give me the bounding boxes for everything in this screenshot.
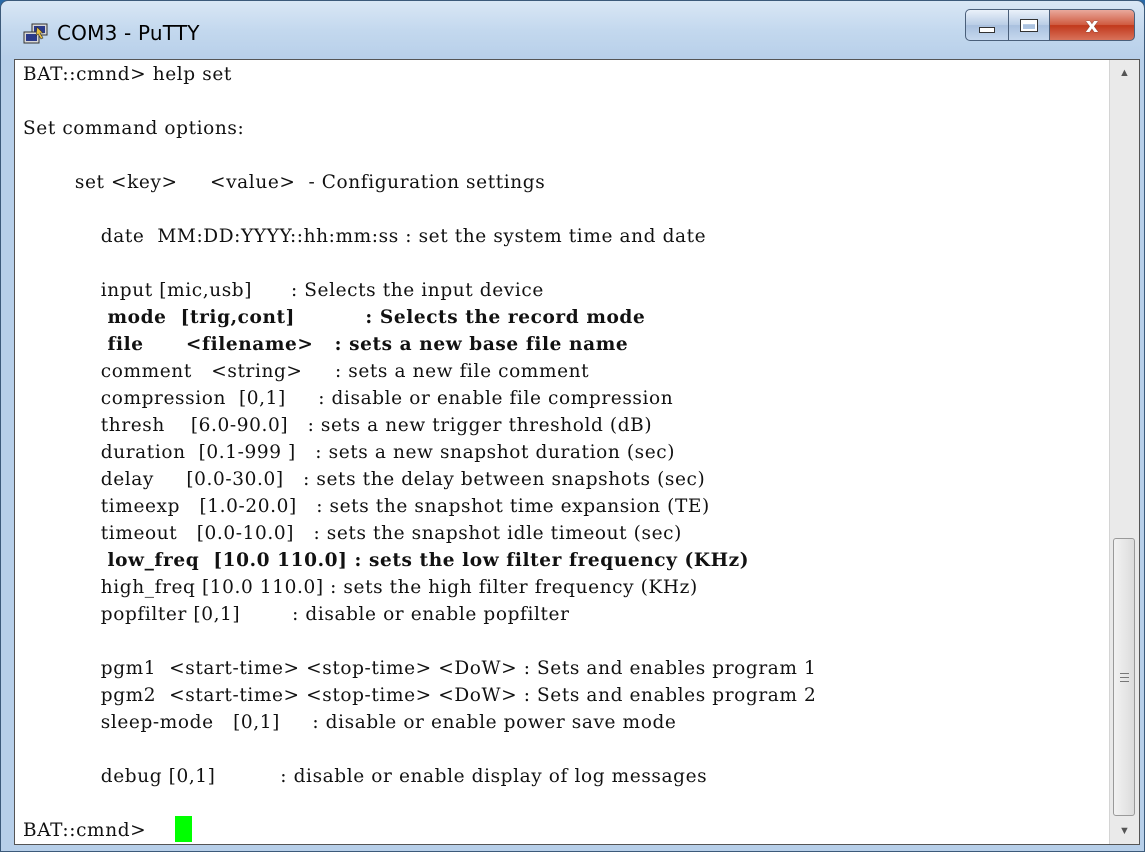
terminal-line: BAT::cmnd> help set xyxy=(23,64,232,85)
terminal-line: compression [0,1] : disable or enable fi… xyxy=(23,388,674,409)
terminal-line: pgm1 <start-time> <stop-time> <DoW> : Se… xyxy=(23,658,817,679)
grip-icon xyxy=(1119,672,1129,682)
scrollbar-thumb[interactable] xyxy=(1113,538,1135,816)
putty-window: COM3 - PuTTY x BAT::cmnd> help set Set c… xyxy=(0,0,1145,852)
close-button[interactable]: x xyxy=(1049,9,1135,41)
maximize-icon xyxy=(1020,18,1038,32)
terminal-output[interactable]: BAT::cmnd> help set Set command options:… xyxy=(15,60,1109,844)
terminal-line: Set command options: xyxy=(23,118,245,139)
arrow-down-icon: ▼ xyxy=(1119,825,1130,837)
arrow-up-icon: ▲ xyxy=(1119,67,1130,79)
terminal-line: thresh [6.0-90.0] : sets a new trigger t… xyxy=(23,415,653,436)
terminal-line: popfilter [0,1] : disable or enable popf… xyxy=(23,604,570,625)
putty-icon xyxy=(23,23,48,44)
terminal-line: sleep-mode [0,1] : disable or enable pow… xyxy=(23,712,677,733)
terminal-line: file <filename> : sets a new base file n… xyxy=(23,334,629,355)
maximize-button[interactable] xyxy=(1008,9,1050,41)
close-icon: x xyxy=(1085,13,1099,37)
command-prompt: BAT::cmnd> xyxy=(23,820,153,841)
terminal-client-area: BAT::cmnd> help set Set command options:… xyxy=(14,59,1140,845)
terminal-line: comment <string> : sets a new file comme… xyxy=(23,361,590,382)
terminal-line: pgm2 <start-time> <stop-time> <DoW> : Se… xyxy=(23,685,817,706)
terminal-line: input [mic,usb] : Selects the input devi… xyxy=(23,280,544,301)
terminal-line: delay [0.0-30.0] : sets the delay betwee… xyxy=(23,469,706,490)
vertical-scrollbar[interactable]: ▲ ▼ xyxy=(1109,60,1139,844)
window-title: COM3 - PuTTY xyxy=(57,21,200,45)
title-bar[interactable]: COM3 - PuTTY x xyxy=(1,1,1144,61)
terminal-line: high_freq [10.0 110.0] : sets the high f… xyxy=(23,577,698,598)
terminal-line: timeexp [1.0-20.0] : sets the snapshot t… xyxy=(23,496,710,517)
terminal-line: mode [trig,cont] : Selects the record mo… xyxy=(23,307,646,328)
terminal-line: set <key> <value> - Configuration settin… xyxy=(23,172,546,193)
minimize-button[interactable] xyxy=(965,9,1009,41)
terminal-line: duration [0.1-999 ] : sets a new snapsho… xyxy=(23,442,676,463)
scroll-down-button[interactable]: ▼ xyxy=(1110,818,1139,844)
terminal-line: date MM:DD:YYYY::hh:mm:ss : set the syst… xyxy=(23,226,707,247)
minimize-icon xyxy=(979,27,995,33)
terminal-line: low_freq [10.0 110.0] : sets the low fil… xyxy=(23,550,750,571)
terminal-line: timeout [0.0-10.0] : sets the snapshot i… xyxy=(23,523,682,544)
terminal-line: debug [0,1] : disable or enable display … xyxy=(23,766,708,787)
scroll-up-button[interactable]: ▲ xyxy=(1110,60,1139,86)
terminal-cursor xyxy=(175,816,192,842)
